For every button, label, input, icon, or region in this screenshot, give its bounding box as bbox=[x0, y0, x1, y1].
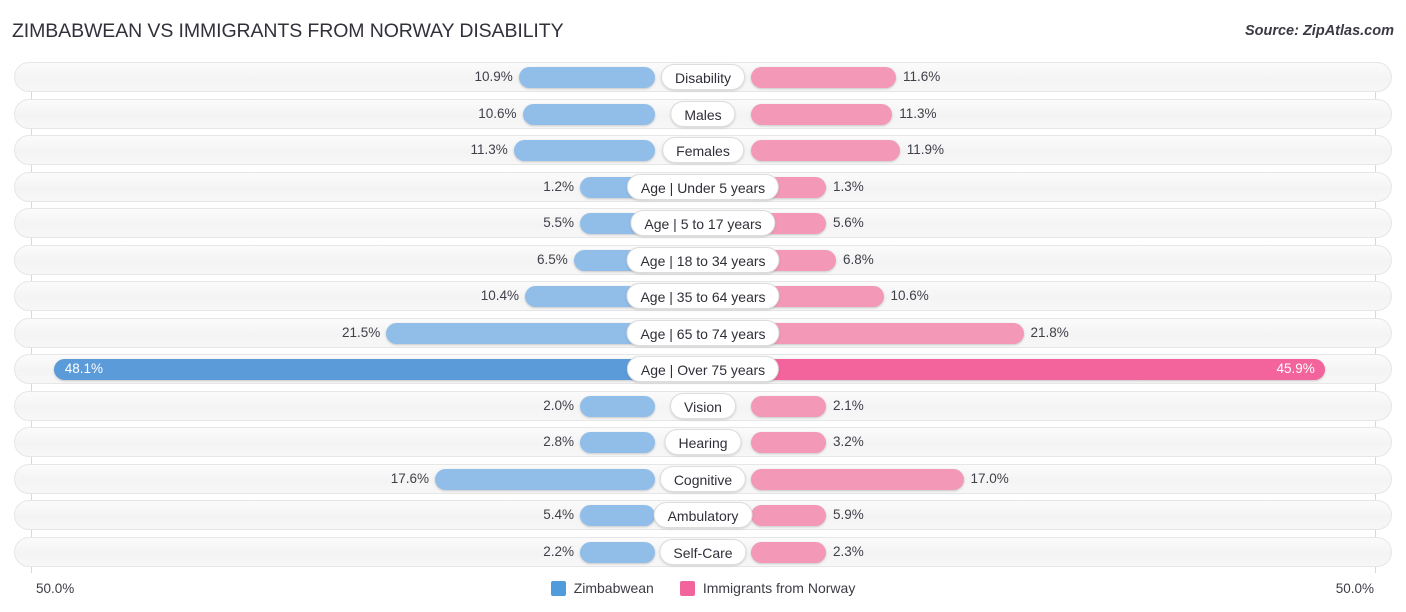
bar-immigrants-from-norway bbox=[751, 432, 826, 453]
bar-zimbabwean bbox=[513, 140, 655, 161]
category-label-pill: Age | 5 to 17 years bbox=[630, 210, 776, 236]
value-label-left: 11.3% bbox=[470, 142, 508, 157]
bar-immigrants-from-norway bbox=[751, 468, 964, 490]
value-label-left: 17.6% bbox=[390, 470, 429, 486]
value-label-left: 2.8% bbox=[543, 434, 574, 449]
chart-row: 11.3% 11.9% Females bbox=[14, 135, 1392, 165]
value-label-left: 2.2% bbox=[543, 543, 574, 559]
chart-row: 5.4% 5.9% Ambulatory bbox=[14, 500, 1392, 530]
value-label-right: 3.2% bbox=[833, 434, 864, 449]
bar-immigrants-from-norway bbox=[751, 67, 896, 88]
legend-label: Zimbabwean bbox=[573, 580, 654, 596]
category-label-pill: Ambulatory bbox=[653, 502, 753, 528]
chart-row: 2.8% 3.2% Hearing bbox=[14, 427, 1392, 457]
bar-zimbabwean bbox=[580, 395, 655, 417]
value-label-left: 21.5% bbox=[341, 324, 381, 340]
legend-item[interactable]: Zimbabwean bbox=[550, 580, 654, 596]
value-label-right: 11.9% bbox=[906, 142, 945, 157]
diverging-bar-chart: 10.9% 11.6% Disability 10.6% 11.3% Males 11.3%… bbox=[0, 62, 1406, 573]
value-label-right: 21.8% bbox=[1030, 324, 1069, 340]
bar-immigrants-from-norway bbox=[751, 395, 826, 417]
chart-row: 10.9% 11.6% Disability bbox=[14, 62, 1392, 92]
value-label-right: 2.3% bbox=[833, 543, 864, 559]
bar-immigrants-from-norway bbox=[751, 140, 900, 161]
value-label-left: 5.4% bbox=[543, 507, 574, 522]
bar-zimbabwean bbox=[580, 541, 655, 563]
legend-swatch-icon bbox=[679, 580, 695, 596]
category-label-pill: Disability bbox=[660, 64, 746, 90]
value-label-left: 48.1% bbox=[64, 361, 104, 376]
bar-immigrants-from-norway bbox=[751, 359, 1325, 380]
bar-zimbabwean bbox=[580, 432, 655, 453]
category-label-pill: Vision bbox=[670, 392, 736, 419]
category-label-pill: Males bbox=[670, 100, 736, 127]
bar-zimbabwean bbox=[518, 67, 655, 88]
category-label-pill: Age | 18 to 34 years bbox=[626, 246, 780, 273]
value-label-right: 10.6% bbox=[890, 288, 929, 303]
category-label-pill: Hearing bbox=[664, 429, 742, 455]
category-label-pill: Age | 65 to 74 years bbox=[626, 319, 780, 346]
bar-zimbabwean bbox=[53, 359, 655, 380]
bar-immigrants-from-norway bbox=[751, 322, 1024, 344]
chart-row: 21.5% 21.8% Age | 65 to 74 years bbox=[14, 317, 1392, 348]
value-label-left: 5.5% bbox=[543, 215, 574, 230]
chart-row: 6.5% 6.8% Age | 18 to 34 years bbox=[14, 244, 1392, 275]
category-label-pill: Age | Under 5 years bbox=[626, 173, 780, 200]
legend-item[interactable]: Immigrants from Norway bbox=[679, 580, 856, 596]
chart-row: 17.6% 17.0% Cognitive bbox=[14, 463, 1392, 494]
bar-zimbabwean bbox=[435, 468, 655, 490]
chart-row: 5.5% 5.6% Age | 5 to 17 years bbox=[14, 208, 1392, 238]
chart-row: 2.0% 2.1% Vision bbox=[14, 390, 1392, 421]
chart-row: 2.2% 2.3% Self-Care bbox=[14, 536, 1392, 567]
chart-legend: Zimbabwean Immigrants from Norway bbox=[0, 580, 1406, 596]
value-label-right: 45.9% bbox=[1276, 361, 1315, 376]
value-label-right: 5.9% bbox=[833, 507, 864, 522]
bar-zimbabwean bbox=[386, 322, 655, 344]
chart-header: ZIMBABWEAN VS IMMIGRANTS FROM NORWAY DIS… bbox=[0, 0, 1406, 58]
value-label-right: 2.1% bbox=[833, 397, 864, 413]
bar-zimbabwean bbox=[580, 505, 655, 526]
value-label-right: 6.8% bbox=[843, 251, 874, 267]
page-title: ZIMBABWEAN VS IMMIGRANTS FROM NORWAY DIS… bbox=[12, 20, 564, 42]
category-label-pill: Age | Over 75 years bbox=[626, 356, 780, 382]
source-attribution: Source: ZipAtlas.com bbox=[1244, 23, 1394, 39]
value-label-left: 10.6% bbox=[478, 105, 517, 121]
value-label-right: 11.3% bbox=[899, 105, 937, 121]
category-label-pill: Cognitive bbox=[659, 465, 747, 492]
category-label-pill: Age | 35 to 64 years bbox=[626, 283, 780, 309]
bar-zimbabwean bbox=[522, 103, 655, 125]
value-label-right: 1.3% bbox=[833, 178, 864, 194]
value-label-left: 10.4% bbox=[480, 288, 519, 303]
chart-row: 10.4% 10.6% Age | 35 to 64 years bbox=[14, 281, 1392, 311]
legend-label: Immigrants from Norway bbox=[702, 580, 856, 596]
category-label-pill: Females bbox=[662, 137, 744, 163]
bar-immigrants-from-norway bbox=[751, 505, 826, 526]
value-label-right: 11.6% bbox=[903, 69, 941, 84]
value-label-left: 2.0% bbox=[543, 397, 574, 413]
value-label-right: 17.0% bbox=[970, 470, 1009, 486]
value-label-right: 5.6% bbox=[833, 215, 864, 230]
bar-immigrants-from-norway bbox=[751, 541, 826, 563]
chart-footer: 50.0% 50.0% Zimbabwean Immigrants from No… bbox=[0, 573, 1406, 612]
chart-row: 10.6% 11.3% Males bbox=[14, 98, 1392, 129]
value-label-left: 1.2% bbox=[543, 178, 574, 194]
value-label-left: 6.5% bbox=[536, 251, 568, 267]
chart-row: 48.1% 45.9% Age | Over 75 years bbox=[14, 354, 1392, 384]
chart-row: 1.2% 1.3% Age | Under 5 years bbox=[14, 171, 1392, 202]
category-label-pill: Self-Care bbox=[659, 538, 747, 565]
value-label-left: 10.9% bbox=[474, 69, 513, 84]
bar-immigrants-from-norway bbox=[751, 103, 893, 125]
legend-swatch-icon bbox=[550, 580, 566, 596]
